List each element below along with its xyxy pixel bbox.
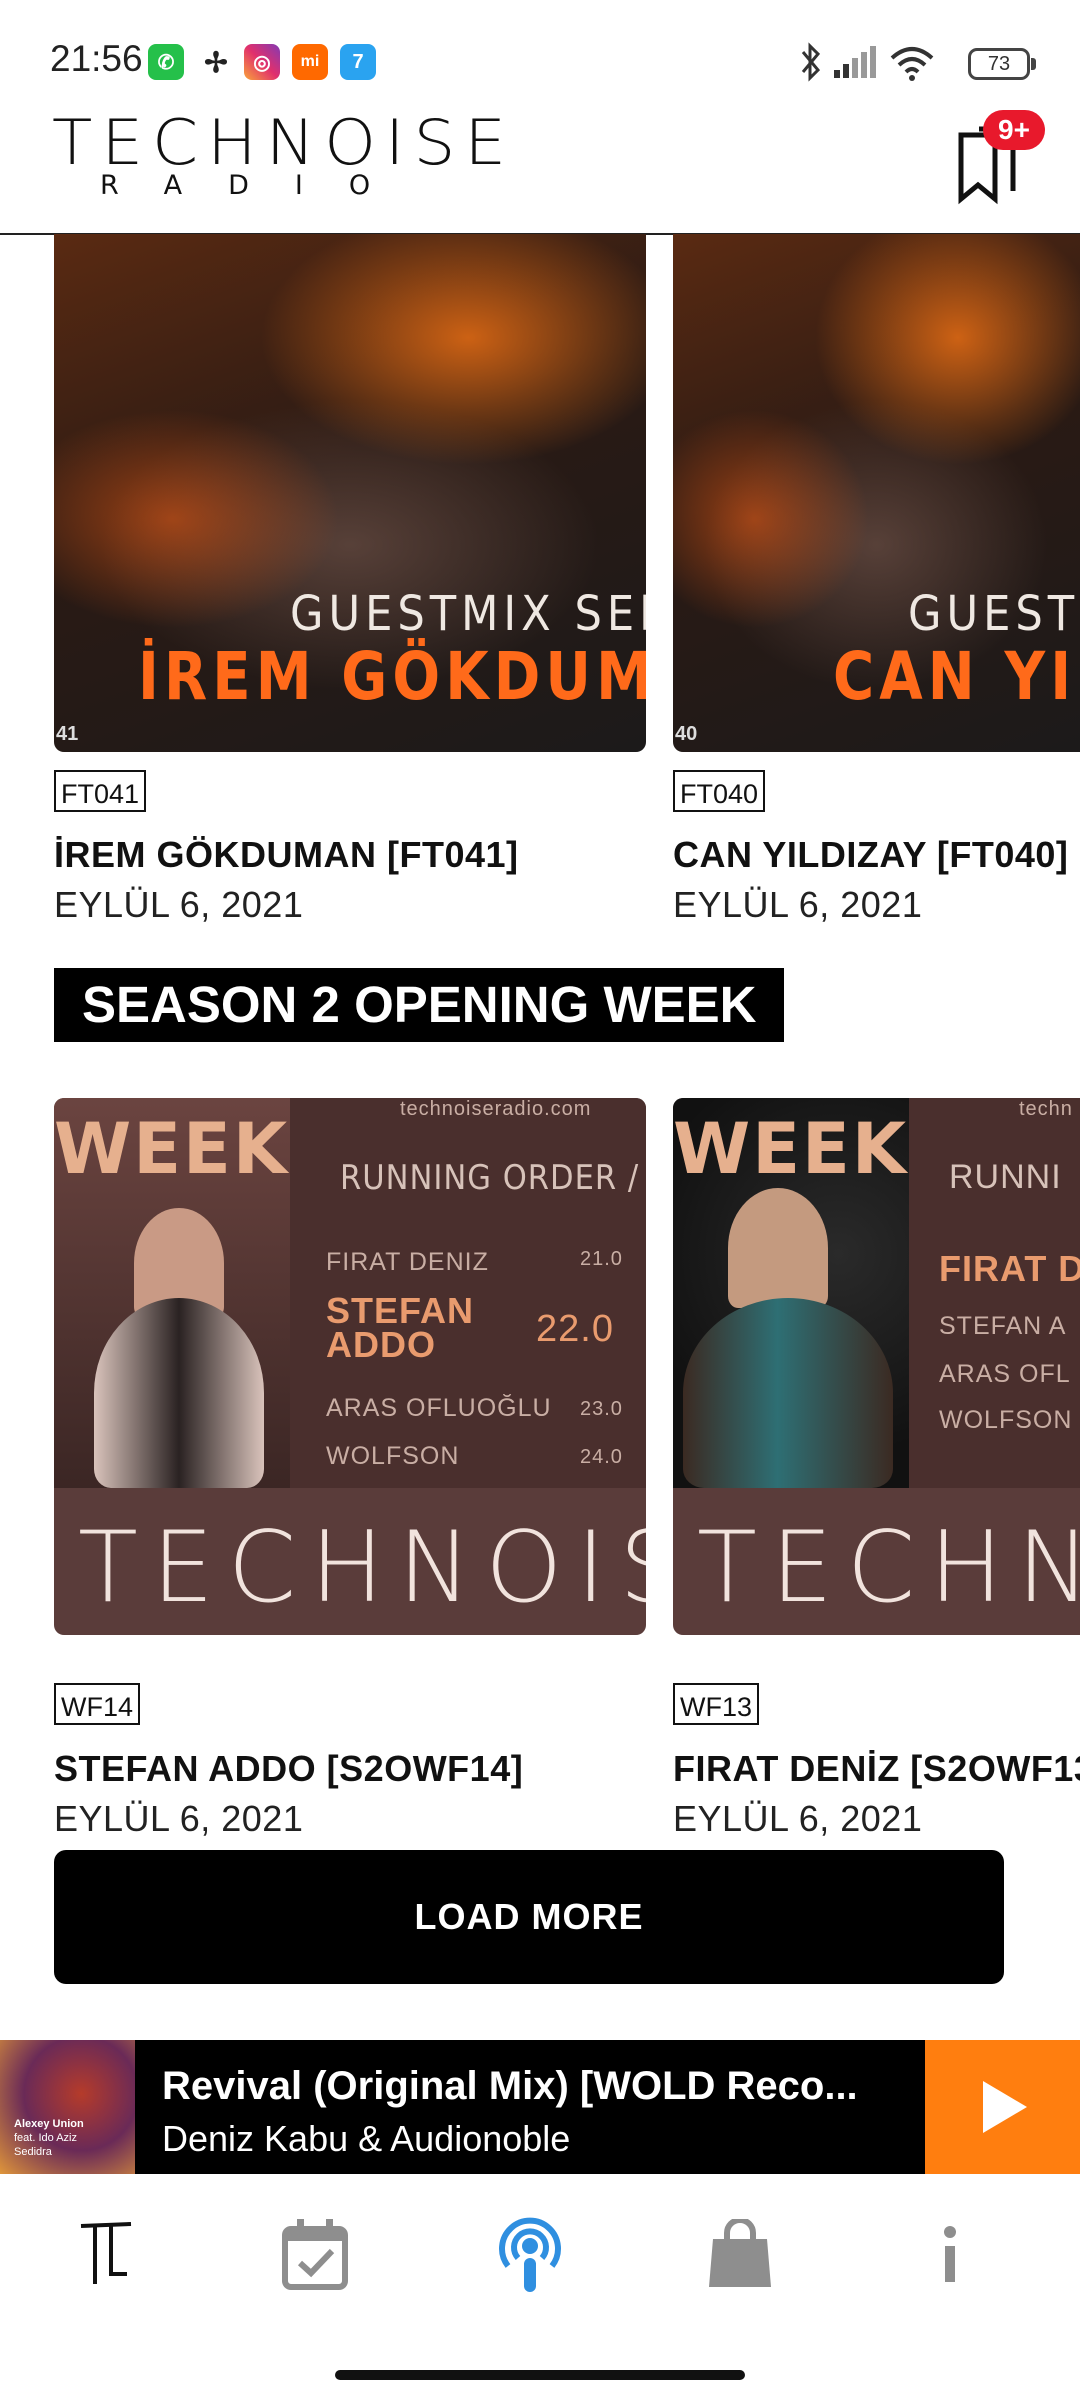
week-art-1[interactable]: WEEK technoiseradio.com RUNNING ORDER / … — [54, 1098, 646, 1635]
episode-tag: FT040 — [673, 770, 766, 812]
lineup-1: FIRAT DENIZ — [939, 1248, 1080, 1289]
lineup-2: STEFAN A — [939, 1312, 1067, 1340]
lineup-panel: techn RUNNI FIRAT DENIZ STEFAN A ARAS OF… — [909, 1098, 1080, 1488]
art-series-label: GUESTMIX SERIES — [908, 586, 1080, 642]
time-2: 22.0 — [536, 1308, 614, 1350]
load-more-button[interactable]: LOAD MORE — [54, 1850, 1004, 1984]
art-running-order: RUNNI — [949, 1158, 1062, 1196]
lineup-panel: technoiseradio.com RUNNING ORDER / DAY F… — [290, 1098, 646, 1488]
episode-date: EYLÜL 6, 2021 — [673, 1798, 923, 1839]
cover-text-1: Alexey Union — [14, 2118, 84, 2130]
now-playing-cover[interactable]: Alexey Union feat. Ido Aziz Sedidra — [0, 2040, 135, 2174]
lineup-3: ARAS OFLUOĞLU — [326, 1394, 552, 1422]
art-artist-name: İREM GÖKDUMAN — [138, 638, 646, 715]
telegram-icon: 7 — [340, 44, 376, 80]
dj-figure — [728, 1188, 828, 1308]
info-icon — [944, 2226, 956, 2282]
lineup-3: ARAS OFL — [939, 1360, 1071, 1388]
cover-text-3: Sedidra — [14, 2146, 52, 2158]
instagram-icon: ◎ — [244, 44, 280, 80]
cover-text-2: feat. Ido Aziz — [14, 2132, 77, 2144]
battery-icon: 73 — [968, 48, 1030, 80]
episode-tag: WF14 — [54, 1683, 141, 1725]
art-series-label: GUESTMIX SERIES — [290, 586, 646, 642]
nav-podcasts[interactable] — [490, 2214, 570, 2294]
status-time: 21:56 — [50, 38, 143, 79]
battery-tip — [1031, 58, 1036, 70]
logo-sub: RADIO — [100, 170, 417, 201]
home-indicator[interactable] — [335, 2370, 745, 2380]
nav-shop[interactable] — [700, 2214, 780, 2294]
now-playing-bar[interactable]: Alexey Union feat. Ido Aziz Sedidra Revi… — [0, 2040, 1080, 2174]
episode-date: EYLÜL 6, 2021 — [54, 884, 304, 925]
week-art-2[interactable]: WEEK techn RUNNI FIRAT DENIZ STEFAN A AR… — [673, 1098, 1080, 1635]
lineup-2: STEFAN ADDO — [326, 1290, 475, 1365]
lineup-1: FIRAT DENIZ — [326, 1248, 489, 1276]
episode-date: EYLÜL 6, 2021 — [673, 884, 923, 925]
now-playing-artist: Deniz Kabu & Audionoble — [162, 2118, 571, 2159]
art-brand: TECHNOISE — [697, 1511, 1080, 1625]
status-bar: 21:56 ✆ ✢ ◎ mi 7 73 — [0, 0, 1080, 100]
signal-icon — [834, 46, 876, 78]
art-site: techn — [1019, 1098, 1073, 1120]
art-number: 41 — [56, 723, 79, 745]
nav-info[interactable] — [910, 2214, 990, 2294]
art-week-label: WEEK — [673, 1108, 909, 1190]
episode-date: EYLÜL 6, 2021 — [54, 1798, 304, 1839]
guestmix-art-2[interactable]: GUESTMIX SERIES CAN YILDIZAY 40 — [673, 234, 1080, 752]
whatsapp-icon: ✆ — [148, 44, 184, 80]
art-brand: TECHNOISE — [78, 1511, 646, 1625]
art-site: technoiseradio.com — [400, 1098, 592, 1120]
nav-home[interactable] — [66, 2214, 146, 2294]
time-3: 23.0 — [580, 1398, 623, 1420]
wifi-icon — [890, 47, 934, 81]
bottom-navigation — [0, 2174, 1080, 2334]
pinwheel-icon: ✢ — [204, 46, 228, 78]
art-running-order: RUNNING ORDER / DAY — [340, 1158, 646, 1198]
podcast-icon — [499, 2217, 561, 2292]
episode-tag: FT041 — [54, 770, 147, 812]
dj-coat — [683, 1298, 893, 1488]
episode-tag: WF13 — [673, 1683, 760, 1725]
mi-icon: mi — [292, 44, 328, 80]
play-icon — [982, 2081, 1027, 2133]
art-week-label: WEEK — [54, 1108, 290, 1190]
home-logo-icon — [80, 2222, 132, 2284]
episode-title[interactable]: CAN YILDIZAY [FT040] — [673, 834, 1080, 876]
battery-level: 73 — [987, 52, 1011, 75]
guestmix-art-1[interactable]: GUESTMIX SERIES İREM GÖKDUMAN 41 — [54, 234, 646, 752]
section-heading: SEASON 2 OPENING WEEK — [54, 968, 785, 1042]
dj-shirt — [94, 1298, 264, 1488]
logo-main[interactable]: TECHNOISE — [52, 111, 515, 175]
art-artist-name: CAN YILDIZAY — [833, 638, 1080, 715]
lineup-4: WOLFSON — [939, 1406, 1073, 1434]
time-4: 24.0 — [580, 1446, 623, 1468]
play-button[interactable] — [925, 2040, 1080, 2174]
app-header: TECHNOISE RADIO 9+ — [0, 100, 1080, 235]
episode-title[interactable]: İREM GÖKDUMAN [FT041] — [54, 834, 519, 876]
episode-title[interactable]: STEFAN ADDO [S2OWF14] — [54, 1748, 523, 1790]
episode-title[interactable]: FIRAT DENİZ [S2OWF13] — [673, 1748, 1080, 1790]
bluetooth-icon — [801, 42, 821, 82]
time-1: 21.0 — [580, 1248, 623, 1270]
shopping-bag-icon — [709, 2219, 771, 2287]
now-playing-title: Revival (Original Mix) [WOLD Reco... — [162, 2064, 858, 2108]
nav-schedule[interactable] — [275, 2214, 355, 2294]
notification-badge: 9+ — [983, 110, 1045, 150]
art-number: 40 — [675, 723, 698, 745]
lineup-4: WOLFSON — [326, 1442, 460, 1470]
calendar-check-icon — [282, 2219, 348, 2290]
